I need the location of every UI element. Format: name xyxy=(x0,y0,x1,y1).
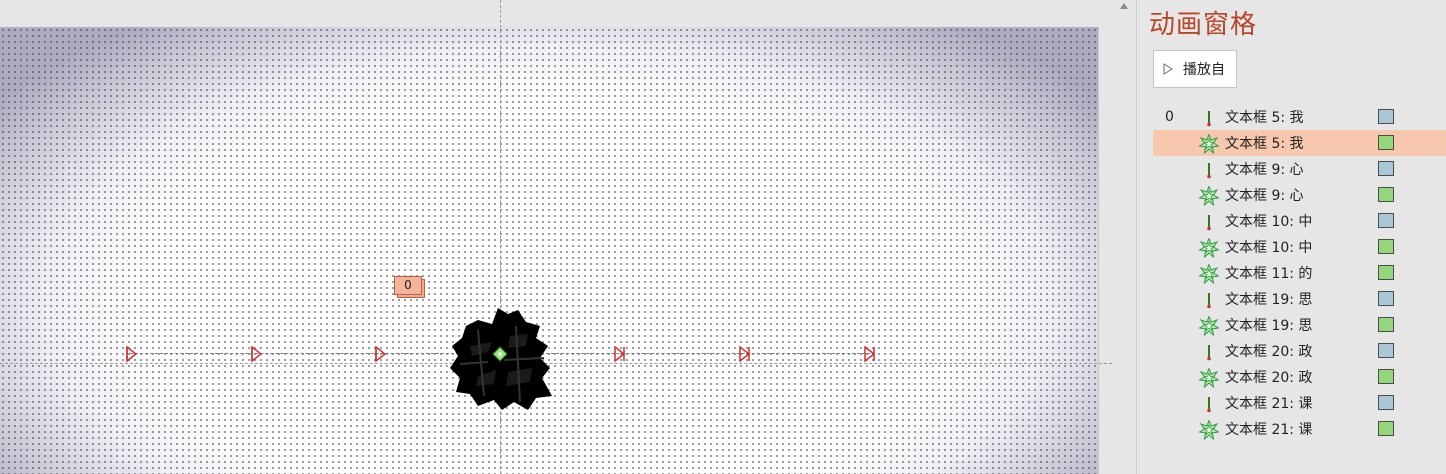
star-burst-icon xyxy=(1198,263,1220,285)
line-path-icon xyxy=(1199,212,1219,232)
timing-bar-entrance[interactable] xyxy=(1378,161,1394,176)
animation-label: 文本框 19: 思 xyxy=(1225,318,1313,334)
star-burst-icon xyxy=(1198,419,1220,441)
path-start-marker-icon[interactable] xyxy=(125,346,137,362)
animation-label: 文本框 21: 课 xyxy=(1225,422,1313,438)
path-end-marker-icon[interactable] xyxy=(739,346,751,362)
animation-label: 文本框 21: 课 xyxy=(1225,396,1313,412)
animation-label: 文本框 20: 政 xyxy=(1225,370,1313,386)
timing-bar-emphasis[interactable] xyxy=(1378,239,1394,254)
path-start-marker-icon[interactable] xyxy=(374,346,386,362)
animation-order-number: 0 xyxy=(1165,109,1174,125)
animation-list-item[interactable]: 文本框 10: 中 xyxy=(1153,208,1446,234)
timing-bar-entrance[interactable] xyxy=(1378,291,1394,306)
powerpoint-window: 0 动画窗格 播放自 0 文本框 5: 我文本框 5: 我文本框 9: 心文本框 … xyxy=(0,0,1446,474)
animation-label: 文本框 5: 我 xyxy=(1225,110,1304,126)
animation-order-tag[interactable]: 0 xyxy=(394,276,425,298)
animation-label: 文本框 9: 心 xyxy=(1225,162,1304,178)
star-burst-icon xyxy=(1198,185,1220,207)
line-path-icon xyxy=(1199,108,1219,128)
line-path-icon xyxy=(1199,394,1219,414)
animation-list: 0 文本框 5: 我文本框 5: 我文本框 9: 心文本框 9: 心文本框 10:… xyxy=(1153,104,1446,442)
star-burst-icon xyxy=(1198,315,1220,337)
animation-list-item[interactable]: 文本框 20: 政 xyxy=(1153,364,1446,390)
play-icon xyxy=(1163,63,1173,75)
timing-bar-entrance[interactable] xyxy=(1378,109,1394,124)
animation-label: 文本框 19: 思 xyxy=(1225,292,1313,308)
animation-label: 文本框 10: 中 xyxy=(1225,214,1313,230)
animation-order-number: 0 xyxy=(394,276,422,295)
line-path-icon xyxy=(1199,290,1219,310)
timing-bar-emphasis[interactable] xyxy=(1378,135,1394,150)
timing-bar-emphasis[interactable] xyxy=(1378,317,1394,332)
horizontal-guide[interactable] xyxy=(0,363,1112,364)
animation-list-item[interactable]: 文本框 11: 的 xyxy=(1153,260,1446,286)
play-from-button[interactable]: 播放自 xyxy=(1153,50,1237,88)
motion-path-center-handle[interactable] xyxy=(492,346,508,362)
vertical-scrollbar[interactable] xyxy=(1112,0,1137,474)
timing-bar-entrance[interactable] xyxy=(1378,395,1394,410)
timing-bar-emphasis[interactable] xyxy=(1378,369,1394,384)
animation-label: 文本框 5: 我 xyxy=(1225,136,1304,152)
timing-bar-entrance[interactable] xyxy=(1378,213,1394,228)
animation-pane: 动画窗格 播放自 0 文本框 5: 我文本框 5: 我文本框 9: 心文本框 9:… xyxy=(1137,0,1446,474)
animation-list-item[interactable]: 文本框 5: 我 xyxy=(1153,130,1446,156)
animation-list-item[interactable]: 文本框 19: 思 xyxy=(1153,312,1446,338)
path-end-marker-icon[interactable] xyxy=(614,346,626,362)
line-path-icon xyxy=(1199,160,1219,180)
star-burst-icon xyxy=(1198,367,1220,389)
animation-label: 文本框 11: 的 xyxy=(1225,266,1313,282)
animation-list-item[interactable]: 文本框 10: 中 xyxy=(1153,234,1446,260)
pane-title: 动画窗格 xyxy=(1149,10,1258,40)
animation-label: 文本框 9: 心 xyxy=(1225,188,1304,204)
star-burst-icon xyxy=(1198,133,1220,155)
animation-label: 文本框 20: 政 xyxy=(1225,344,1313,360)
path-start-marker-icon[interactable] xyxy=(250,346,262,362)
animation-list-item[interactable]: 文本框 19: 思 xyxy=(1153,286,1446,312)
animation-list-item[interactable]: 文本框 9: 心 xyxy=(1153,182,1446,208)
timing-bar-entrance[interactable] xyxy=(1378,343,1394,358)
timing-bar-emphasis[interactable] xyxy=(1378,187,1394,202)
slide-editing-area: 0 xyxy=(0,0,1112,474)
timing-bar-emphasis[interactable] xyxy=(1378,421,1394,436)
play-from-label: 播放自 xyxy=(1183,62,1225,78)
timing-bar-emphasis[interactable] xyxy=(1378,265,1394,280)
animation-list-item[interactable]: 文本框 21: 课 xyxy=(1153,390,1446,416)
animation-list-item[interactable]: 文本框 9: 心 xyxy=(1153,156,1446,182)
animation-list-item[interactable]: 0 文本框 5: 我 xyxy=(1153,104,1446,130)
path-end-marker-icon[interactable] xyxy=(864,346,876,362)
animation-list-item[interactable]: 文本框 21: 课 xyxy=(1153,416,1446,442)
star-burst-icon xyxy=(1198,237,1220,259)
scroll-up-arrow-icon[interactable] xyxy=(1119,2,1129,10)
line-path-icon xyxy=(1199,342,1219,362)
animation-label: 文本框 10: 中 xyxy=(1225,240,1313,256)
animation-list-item[interactable]: 文本框 20: 政 xyxy=(1153,338,1446,364)
